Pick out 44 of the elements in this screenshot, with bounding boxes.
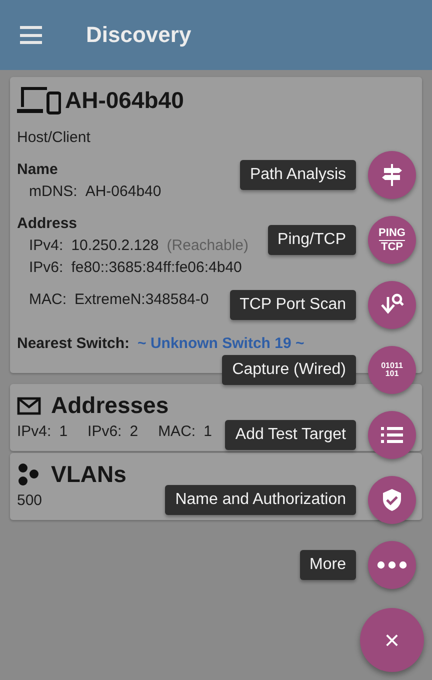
- count-value: 1: [59, 423, 68, 441]
- more-icon: [377, 561, 407, 569]
- device-type: Host/Client: [17, 129, 90, 147]
- field-label: IPv6:: [29, 259, 64, 277]
- section-heading: Address: [17, 215, 78, 233]
- shield-check-icon: [382, 488, 402, 512]
- card-title: Addresses: [51, 392, 169, 419]
- count-label: IPv6:: [88, 423, 122, 441]
- menu-button[interactable]: [20, 26, 44, 44]
- field-value: AH-064b40: [85, 183, 162, 201]
- vlan-value: 500: [17, 492, 42, 510]
- action-label[interactable]: Ping/TCP: [268, 225, 356, 255]
- list-icon: [381, 426, 403, 444]
- section-heading: Name: [17, 161, 58, 179]
- status-note: (Reachable): [166, 237, 248, 255]
- count-value: 2: [130, 423, 138, 441]
- field-value: ExtremeN:348584-0: [74, 291, 209, 309]
- icon-label: 101: [385, 370, 399, 378]
- action-label[interactable]: Name and Authorization: [165, 485, 356, 515]
- close-button[interactable]: ×: [360, 608, 424, 672]
- icon-label: TCP: [381, 242, 403, 252]
- app-title: Discovery: [86, 22, 192, 48]
- computer-phone-icon: [17, 85, 61, 115]
- device-title: AH-064b40: [65, 86, 184, 114]
- count-value: 1: [204, 423, 212, 441]
- field-value: fe80::3685:84ff:fe06:4b40: [71, 259, 242, 277]
- count-label: IPv4:: [17, 423, 52, 441]
- action-label[interactable]: Add Test Target: [225, 420, 356, 450]
- field-label: IPv4:: [29, 237, 64, 255]
- card-title: VLANs: [51, 461, 126, 488]
- field-label: Nearest Switch:: [17, 335, 130, 353]
- action-label[interactable]: Capture (Wired): [222, 355, 356, 385]
- action-label[interactable]: Path Analysis: [240, 160, 356, 190]
- field-label: mDNS:: [29, 183, 78, 201]
- signpost-icon: [381, 163, 403, 187]
- field-value: 10.250.2.128: [71, 237, 159, 255]
- envelope-icon: [17, 396, 41, 414]
- action-button[interactable]: [368, 541, 416, 589]
- action-label[interactable]: More: [300, 550, 356, 580]
- icon-label: PING: [378, 228, 406, 240]
- action-label[interactable]: TCP Port Scan: [230, 290, 356, 320]
- field-label: MAC:: [29, 291, 66, 309]
- count-label: MAC:: [158, 423, 196, 441]
- icon-label: 01011: [381, 362, 403, 370]
